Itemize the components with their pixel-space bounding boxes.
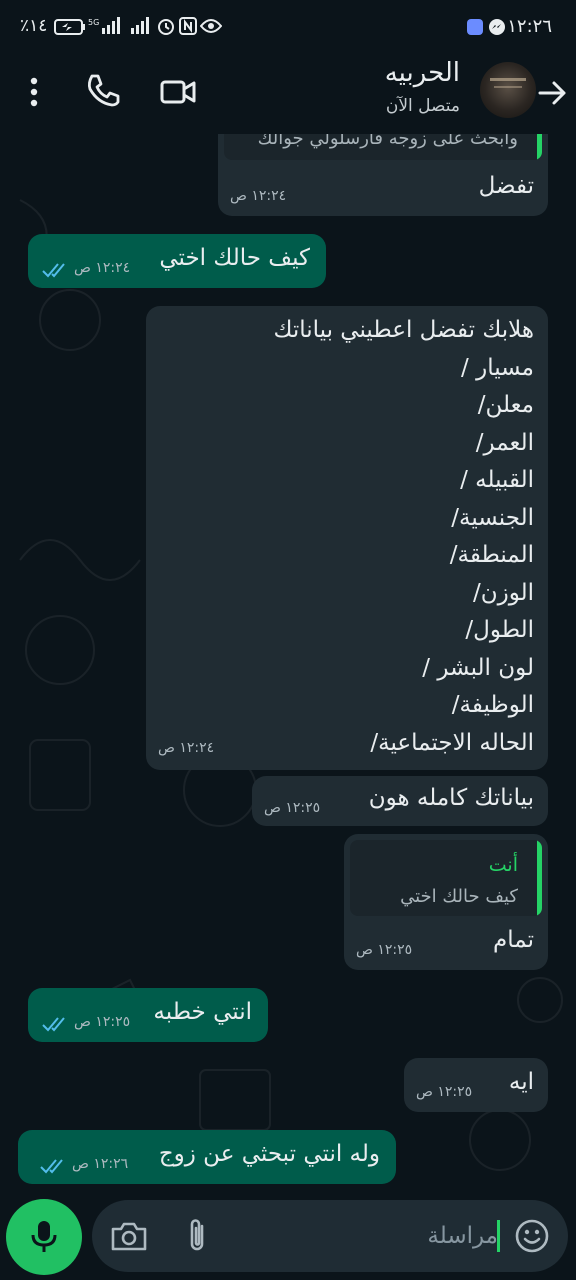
arrow-right-icon[interactable] — [536, 76, 570, 110]
message-time: ١٢:٢٤ ص — [74, 260, 131, 276]
contact-name[interactable]: الحربيه — [385, 58, 460, 88]
paperclip-icon[interactable] — [182, 1218, 214, 1254]
chat-header: الحربيه متصل الآن — [0, 54, 576, 134]
message-time: ١٢:٢٤ ص — [230, 188, 287, 204]
double-check-icon — [40, 1159, 63, 1174]
message-text: تمام — [493, 927, 534, 953]
quoted-author: أنت — [488, 854, 518, 876]
quoted-message[interactable]: أنت كيف حالك اختي — [350, 840, 542, 916]
battery-icon — [54, 19, 85, 35]
message-text: تفضل — [478, 173, 534, 199]
message-line: الوزن/ — [472, 579, 534, 606]
avatar[interactable] — [480, 62, 536, 118]
message-time: ١٢:٢٦ ص — [72, 1156, 129, 1172]
phone-icon[interactable] — [84, 72, 120, 108]
message-line: معلن/ — [477, 392, 534, 418]
message-text: انتي خطبه — [153, 999, 252, 1025]
nfc-icon — [179, 17, 197, 35]
message-line: الطول/ — [465, 617, 534, 643]
avatar-graphic-2 — [494, 86, 522, 88]
message-outgoing[interactable]: انتي خطبه ١٢:٢٥ ص — [28, 988, 268, 1042]
messenger-icon — [489, 19, 505, 35]
message-text: كيف حالك اختي — [159, 245, 310, 271]
quote-accent-bar — [537, 840, 542, 916]
message-line: مسيار / — [461, 354, 534, 381]
video-camera-icon[interactable] — [160, 74, 196, 110]
message-line: الجنسية/ — [451, 504, 534, 531]
microphone-icon — [31, 1221, 57, 1252]
message-time: ١٢:٢٥ ص — [74, 1014, 131, 1030]
mobile-signal-2-icon — [131, 17, 149, 34]
message-composer: مراسلة — [92, 1200, 568, 1272]
battery-percent: ٪١٤ — [20, 16, 48, 36]
app-notification-icon — [467, 19, 483, 35]
message-time: ١٢:٢٥ ص — [264, 800, 321, 816]
message-line: هلابك تفضل اعطيني بياناتك — [273, 317, 534, 343]
message-line: الوظيفة/ — [451, 692, 534, 718]
message-line: القبيله / — [460, 467, 534, 493]
quoted-text: كيف حالك اختي — [400, 886, 518, 907]
message-time: ١٢:٢٤ ص — [158, 740, 215, 756]
message-line: الحاله الاجتماعية/ — [370, 729, 534, 756]
mobile-signal-icon: 5G — [88, 17, 120, 34]
message-text: ايه — [508, 1069, 534, 1095]
message-incoming[interactable]: أنت كيف حالك اختي تمام ١٢:٢٥ ص — [344, 834, 548, 970]
status-bar: ٪١٤ 5G ١٢:٢٦ — [0, 0, 576, 54]
more-vertical-icon[interactable] — [22, 74, 46, 110]
message-text: بياناتك كامله هون — [368, 785, 534, 811]
chat-messages: وابحث على زوجه فارسلولي جوالك تفضل ١٢:٢٤… — [0, 0, 576, 1280]
double-check-icon — [42, 263, 65, 278]
message-time: ١٢:٢٥ ص — [356, 942, 413, 958]
message-text: وله انتي تبحثي عن زوج — [158, 1141, 380, 1167]
message-line: لون البشر / — [422, 654, 534, 681]
message-input[interactable]: مراسلة — [238, 1217, 498, 1255]
clock: ١٢:٢٦ — [507, 16, 552, 37]
camera-icon[interactable] — [110, 1219, 148, 1253]
message-outgoing[interactable]: كيف حالك اختي ١٢:٢٤ ص — [28, 234, 326, 288]
contact-status: متصل الآن — [385, 96, 460, 116]
avatar-graphic — [490, 78, 526, 81]
message-incoming[interactable]: بياناتك كامله هون ١٢:٢٥ ص — [252, 776, 548, 826]
message-incoming[interactable]: ايه ١٢:٢٥ ص — [404, 1058, 548, 1112]
message-lines: هلابك تفضل اعطيني بياناتك مسيار / معلن/ … — [273, 312, 534, 762]
network-type: 5G — [88, 18, 99, 27]
message-line: العمر/ — [475, 429, 534, 456]
emoji-icon[interactable] — [514, 1218, 550, 1254]
message-line: المنطقة/ — [449, 542, 534, 568]
alarm-icon — [158, 19, 174, 35]
message-incoming[interactable]: هلابك تفضل اعطيني بياناتك مسيار / معلن/ … — [146, 306, 548, 770]
message-outgoing[interactable]: وله انتي تبحثي عن زوج ١٢:٢٦ ص — [18, 1130, 396, 1184]
voice-message-button[interactable] — [6, 1199, 82, 1275]
eye-icon — [200, 19, 222, 33]
message-time: ١٢:٢٥ ص — [416, 1084, 473, 1100]
double-check-icon — [42, 1017, 65, 1032]
